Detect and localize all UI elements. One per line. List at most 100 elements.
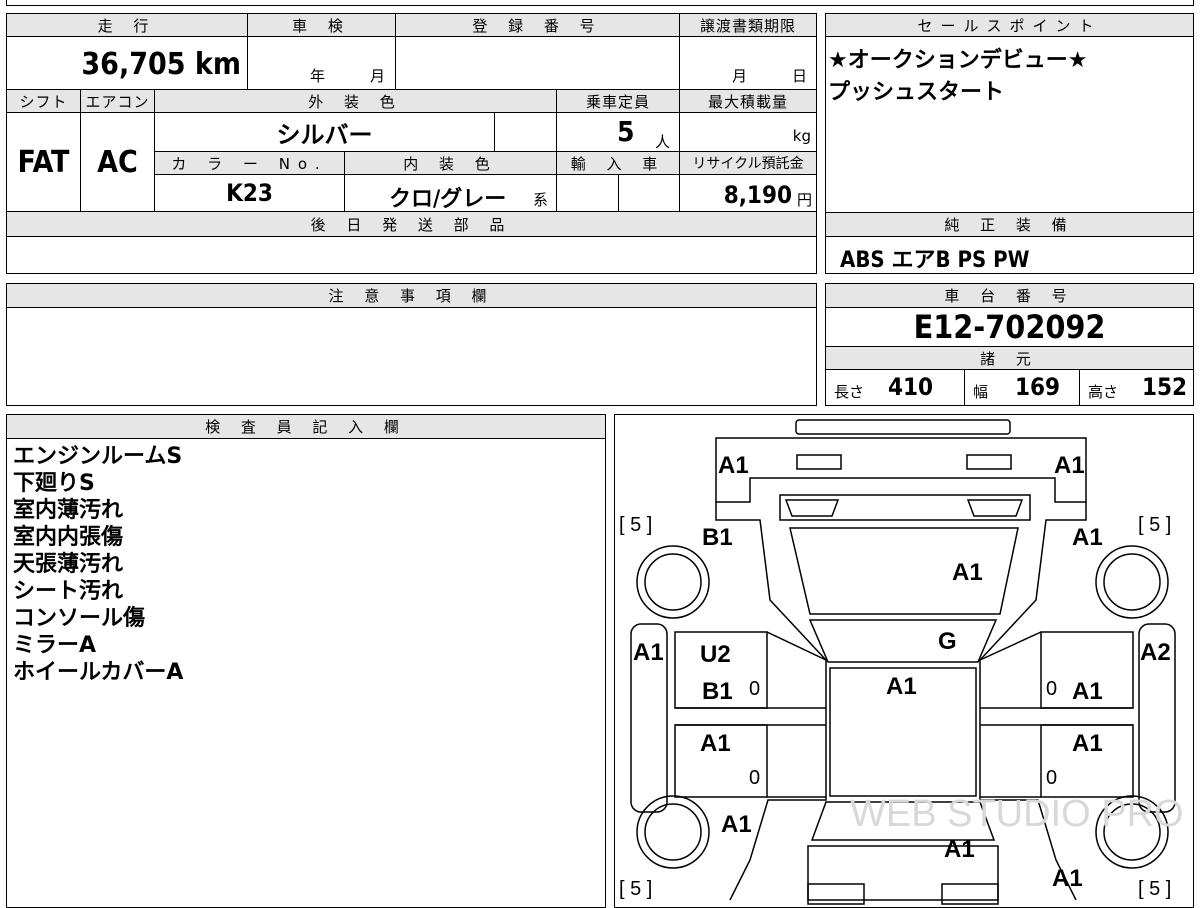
- recycle-fee-value: 8,190: [723, 181, 792, 209]
- tire-fl-label: [ 5 ]: [619, 514, 652, 536]
- hood: [789, 527, 1019, 615]
- exterior-color-header: 外 装 色: [154, 89, 557, 113]
- mileage-cell: 36,705 km: [6, 36, 248, 90]
- tire-front-right: [1095, 545, 1169, 619]
- watermark: WEB STUDIO PRO: [850, 793, 1184, 835]
- spec-height-cell: 高さ 152: [1079, 369, 1194, 406]
- top-strip: [6, 0, 1194, 6]
- front-door-right-code: A1: [1072, 678, 1103, 705]
- front-door-left-code-2: B1: [702, 678, 733, 705]
- hood-code: A1: [952, 559, 983, 586]
- shaken-header: 車 検: [247, 13, 396, 37]
- fender-left-code: B1: [702, 524, 733, 551]
- chassis-header: 車 台 番 号: [825, 283, 1194, 308]
- front-plate: [795, 419, 1011, 435]
- tire-front-left-inner: [644, 553, 702, 611]
- sales-point-header: セールスポイント: [825, 13, 1194, 37]
- front-door-left-code-1: U2: [700, 641, 731, 668]
- sales-point-box: ★オークションデビュー★ プッシュスタート: [825, 36, 1194, 213]
- spec-height-label: 高さ: [1088, 383, 1119, 401]
- interior-color-value: クロ/グレー: [389, 187, 507, 212]
- tire-fr-label: [ 5 ]: [1138, 514, 1171, 536]
- zero-rear-right: 0: [1046, 767, 1057, 789]
- capacity-value: 5: [617, 115, 635, 148]
- windshield-code: G: [938, 628, 957, 655]
- pillar-right-code: A2: [1140, 639, 1171, 666]
- shaken-year-unit: 年: [310, 67, 326, 85]
- tire-rear-left-inner: [644, 803, 702, 861]
- specs-header: 諸 元: [825, 346, 1194, 370]
- capacity-cell: 5 人: [556, 112, 680, 152]
- chassis-cell: E12-702092: [825, 307, 1194, 347]
- exterior-color-value: シルバー: [276, 120, 373, 149]
- car-diagram: WEB STUDIO PRO [ 5 ] [ 5 ] [ 5 ] [ 5 ] A…: [619, 419, 1184, 905]
- spec-width-cell: 幅 169: [964, 369, 1080, 406]
- shift-cell: FAT: [6, 112, 81, 212]
- import-header: 輸 入 車: [556, 151, 680, 175]
- inspector-line-3: 室内薄汚れ: [13, 498, 124, 523]
- inspector-line-4: 室内内張傷: [13, 525, 124, 550]
- rear-door-left-code: A1: [700, 730, 731, 757]
- zero-front-right: 0: [1046, 678, 1057, 700]
- inspector-line-5: 天張薄汚れ: [13, 552, 124, 577]
- standard-equipment-header: 純 正 装 備: [825, 212, 1194, 237]
- mileage-header: 走 行: [6, 13, 248, 37]
- sales-point-line-1: ★オークションデビュー★: [828, 48, 1088, 73]
- spec-width-label: 幅: [973, 383, 989, 401]
- tire-rear-left: [636, 795, 710, 869]
- color-no-value: K23: [226, 179, 273, 207]
- tire-rr-label: [ 5 ]: [1138, 878, 1171, 900]
- registration-cell: [395, 36, 680, 90]
- shift-header: シフト: [6, 89, 81, 113]
- transfer-cell: 月 日: [679, 36, 817, 90]
- inspector-line-7: コンソール傷: [13, 606, 146, 631]
- registration-header: 登 録 番 号: [395, 13, 680, 37]
- interior-color-suffix: 系: [533, 191, 549, 209]
- standard-equipment-cell: ABS エアB PS PW: [825, 236, 1194, 274]
- inspector-line-9: ホイールカバーA: [13, 660, 184, 685]
- headlight-left: [796, 454, 842, 470]
- recycle-fee-unit: 円: [796, 191, 812, 209]
- sales-point-line-2: プッシュスタート: [828, 80, 1005, 105]
- headlight-right: [966, 454, 1012, 470]
- rear-right-code: A1: [1052, 865, 1083, 892]
- windshield: [808, 619, 998, 663]
- tire-front-right-inner: [1103, 553, 1161, 611]
- recycle-header: リサイクル預託金: [679, 151, 817, 175]
- spec-length-cell: 長さ 410: [825, 369, 965, 406]
- shaken-month-unit: 月: [370, 67, 386, 85]
- recycle-cell: 8,190 円: [679, 174, 817, 212]
- rear-bumper-right: [941, 883, 999, 905]
- max-load-header: 最大積載量: [679, 89, 817, 113]
- rear-door-right-code: A1: [1072, 730, 1103, 757]
- mileage-value: 36,705 km: [81, 47, 241, 82]
- inspector-line-2: 下廻りS: [13, 471, 95, 496]
- car-diagram-box: WEB STUDIO PRO [ 5 ] [ 5 ] [ 5 ] [ 5 ] A…: [614, 414, 1194, 908]
- standard-equipment-value: ABS エアB PS PW: [840, 248, 1030, 273]
- ac-value: AC: [97, 144, 138, 180]
- spec-length-value: 410: [888, 373, 934, 401]
- inspector-line-6: シート汚れ: [13, 579, 124, 604]
- import-cell-1: [556, 174, 619, 212]
- max-load-cell: kg: [679, 112, 817, 152]
- interior-color-cell: クロ/グレー 系: [344, 174, 557, 212]
- pillar-left-code: A1: [633, 639, 664, 666]
- rear-bumper-left: [807, 883, 865, 905]
- spec-height-value: 152: [1142, 373, 1188, 401]
- trunk-code: A1: [944, 836, 975, 863]
- exterior-color-extra: [494, 112, 557, 152]
- zero-front-left: 0: [749, 678, 760, 700]
- grille-inner-right: [966, 499, 1024, 517]
- capacity-unit: 人: [655, 133, 671, 151]
- notes-header: 注 意 事 項 欄: [6, 283, 817, 308]
- inspector-line-1: エンジンルームS: [13, 444, 183, 469]
- front-bumper: [715, 437, 1087, 503]
- interior-color-header: 内 装 色: [344, 151, 557, 175]
- grille-inner-left: [784, 499, 840, 517]
- transfer-month-unit: 月: [732, 67, 748, 85]
- transfer-day-unit: 日: [792, 67, 808, 85]
- inspector-line-8: ミラーA: [13, 633, 97, 658]
- rear-fender-left-code: A1: [721, 811, 752, 838]
- front-bumper-right-code: A1: [1054, 452, 1085, 479]
- ac-header: エアコン: [80, 89, 155, 113]
